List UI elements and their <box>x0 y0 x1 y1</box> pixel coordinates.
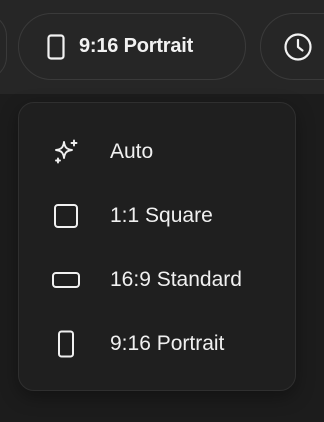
portrait-rect-icon <box>51 329 81 359</box>
app-stage: 9:16 Portrait Auto 1:1 Square 16:9 Stand… <box>0 0 324 422</box>
menu-item-label: 1:1 Square <box>110 204 213 227</box>
menu-item-label: 9:16 Portrait <box>110 332 225 355</box>
menu-item-label: 16:9 Standard <box>110 268 242 291</box>
square-icon <box>51 201 81 231</box>
aspect-ratio-menu: Auto 1:1 Square 16:9 Standard 9:16 Portr… <box>18 102 296 391</box>
aspect-ratio-button[interactable]: 9:16 Portrait <box>18 13 246 80</box>
sparkles-icon <box>51 137 81 167</box>
menu-item-label: Auto <box>110 140 154 163</box>
menu-item-standard[interactable]: 16:9 Standard <box>19 248 295 312</box>
aspect-ratio-button-label: 9:16 Portrait <box>79 35 194 57</box>
toolbar-button-partial-left[interactable] <box>0 13 7 80</box>
duration-button[interactable] <box>260 13 324 80</box>
landscape-rect-icon <box>51 265 81 295</box>
menu-item-square[interactable]: 1:1 Square <box>19 184 295 248</box>
portrait-rect-icon <box>47 33 65 60</box>
menu-item-portrait[interactable]: 9:16 Portrait <box>19 312 295 376</box>
clock-icon <box>283 32 313 62</box>
toolbar: 9:16 Portrait <box>0 0 324 94</box>
menu-item-auto[interactable]: Auto <box>19 120 295 184</box>
